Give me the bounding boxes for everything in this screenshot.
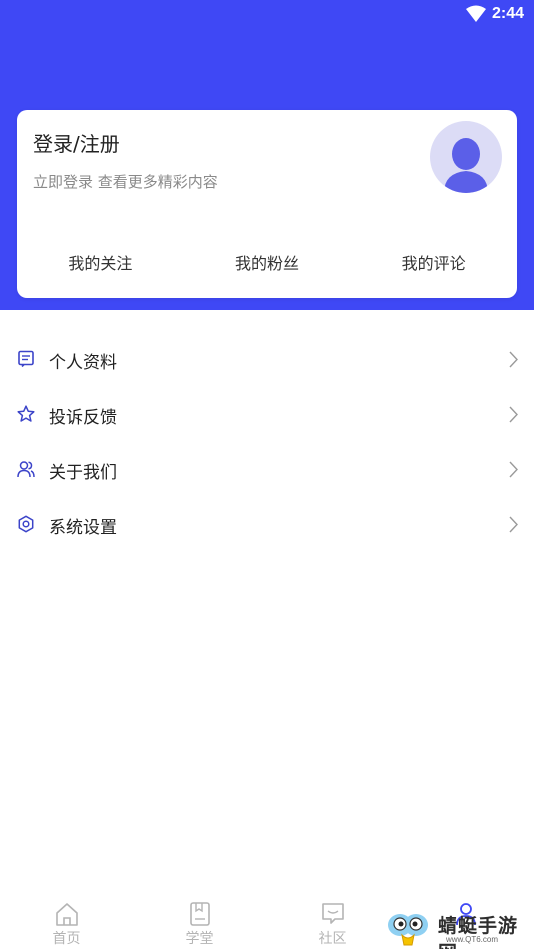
wifi-icon xyxy=(466,5,486,22)
menu-item-label: 系统设置 xyxy=(49,518,117,538)
chevron-right-icon xyxy=(509,461,518,478)
my-fans-button[interactable]: 我的粉丝 xyxy=(184,250,351,280)
home-icon xyxy=(55,903,78,926)
users-icon xyxy=(17,461,35,478)
avatar[interactable] xyxy=(430,121,502,193)
chat-icon xyxy=(321,903,344,924)
my-comments-button[interactable]: 我的评论 xyxy=(350,250,517,280)
my-follows-button[interactable]: 我的关注 xyxy=(17,250,184,280)
menu-item-about[interactable]: 关于我们 xyxy=(0,443,534,498)
menu-item-settings[interactable]: 系统设置 xyxy=(0,498,534,553)
menu-item-profile[interactable]: 个人资料 xyxy=(0,333,534,388)
tab-school[interactable]: 学堂 xyxy=(133,893,266,949)
menu-item-label: 关于我们 xyxy=(49,463,117,483)
chevron-right-icon xyxy=(509,516,518,533)
dragonfly-logo-icon xyxy=(388,914,428,946)
gear-icon xyxy=(18,515,34,533)
tab-label: 社区 xyxy=(318,931,347,947)
menu-item-label: 个人资料 xyxy=(49,353,117,373)
chevron-right-icon xyxy=(509,406,518,423)
tab-community[interactable]: 社区 xyxy=(266,893,399,949)
login-subtitle: 立即登录 查看更多精彩内容 xyxy=(33,173,218,191)
chevron-right-icon xyxy=(509,351,518,368)
watermark-url: www.QT6.com xyxy=(446,935,499,944)
stats-row: 我的关注 我的粉丝 我的评论 xyxy=(17,250,517,280)
tab-home[interactable]: 首页 xyxy=(0,893,133,949)
menu-item-label: 投诉反馈 xyxy=(49,408,117,428)
menu-list: 个人资料 投诉反馈 关于我们 系统设置 xyxy=(0,333,534,553)
menu-item-feedback[interactable]: 投诉反馈 xyxy=(0,388,534,443)
tab-label: 首页 xyxy=(52,931,81,947)
tab-label: 学堂 xyxy=(185,931,214,947)
watermark: 蜻蜓手游网 www.QT6.com xyxy=(386,906,534,949)
login-register-link[interactable]: 登录/注册 xyxy=(33,128,120,157)
status-bar: 2:44 xyxy=(0,0,534,30)
profile-card: 登录/注册 立即登录 查看更多精彩内容 我的关注 我的粉丝 我的评论 xyxy=(17,110,517,298)
status-time: 2:44 xyxy=(491,5,524,22)
document-icon xyxy=(18,350,34,368)
avatar-silhouette-icon xyxy=(444,138,488,193)
star-icon xyxy=(17,405,35,422)
book-icon xyxy=(189,902,210,926)
